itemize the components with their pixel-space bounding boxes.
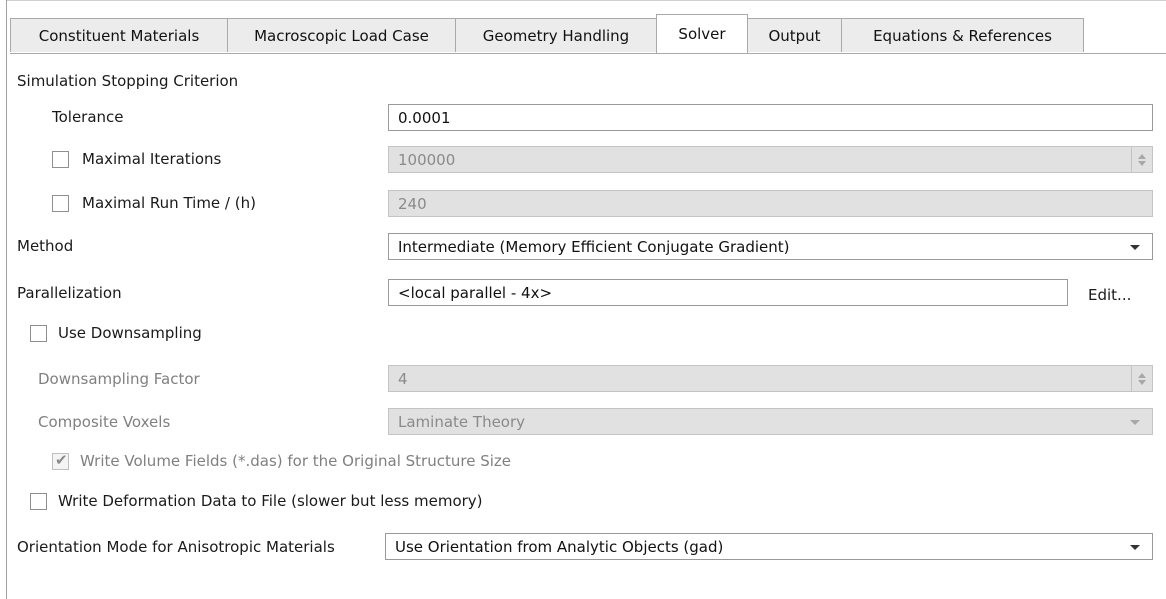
use-downsampling-checkbox[interactable] xyxy=(30,325,47,342)
tab-macroscopic-load-case[interactable]: Macroscopic Load Case xyxy=(227,18,456,52)
parallelization-label: Parallelization xyxy=(17,284,122,302)
max-iterations-checkbox[interactable] xyxy=(52,151,69,168)
max-runtime-label: Maximal Run Time / (h) xyxy=(82,194,256,212)
downsampling-factor-value: 4 xyxy=(398,369,408,388)
write-deformation-checkbox[interactable] xyxy=(30,493,47,510)
downsampling-factor-spinbox[interactable]: 4 xyxy=(388,365,1153,392)
tolerance-value: 0.0001 xyxy=(398,108,451,127)
composite-voxels-select[interactable]: Laminate Theory xyxy=(388,408,1153,435)
tab-label: Solver xyxy=(678,25,726,43)
tab-label: Geometry Handling xyxy=(482,26,630,45)
checkmark-icon: ✔ xyxy=(55,451,68,469)
tab-label: Macroscopic Load Case xyxy=(254,26,429,45)
downsampling-factor-label: Downsampling Factor xyxy=(38,370,200,388)
tab-label: Equations & References xyxy=(873,26,1052,45)
write-volume-fields-checkbox[interactable]: ✔ xyxy=(52,451,69,470)
method-select[interactable]: Intermediate (Memory Efficient Conjugate… xyxy=(388,233,1153,260)
dropdown-arrow-icon xyxy=(1130,420,1140,425)
max-iterations-spinbox[interactable]: 100000 xyxy=(388,146,1153,173)
parallelization-field[interactable]: <local parallel - 4x> xyxy=(388,279,1068,306)
tab-equations-references[interactable]: Equations & References xyxy=(841,18,1084,52)
dropdown-arrow-icon xyxy=(1130,245,1140,250)
tab-label: Constituent Materials xyxy=(38,26,200,45)
tab-constituent-materials[interactable]: Constituent Materials xyxy=(10,18,228,52)
edit-parallelization-button[interactable]: Edit... xyxy=(1088,283,1131,307)
tolerance-label: Tolerance xyxy=(52,108,124,126)
max-runtime-value: 240 xyxy=(398,194,427,213)
tolerance-input[interactable]: 0.0001 xyxy=(388,104,1153,131)
spin-arrows-icon[interactable] xyxy=(1131,366,1152,391)
spin-arrows-icon[interactable] xyxy=(1131,147,1152,172)
method-label: Method xyxy=(17,237,74,255)
use-downsampling-label: Use Downsampling xyxy=(58,324,202,342)
max-iterations-label: Maximal Iterations xyxy=(82,150,222,168)
parallelization-value: <local parallel - 4x> xyxy=(398,283,553,302)
tab-geometry-handling[interactable]: Geometry Handling xyxy=(455,18,657,52)
orientation-mode-select[interactable]: Use Orientation from Analytic Objects (g… xyxy=(385,533,1153,560)
dropdown-arrow-icon xyxy=(1130,545,1140,550)
edit-button-label: Edit... xyxy=(1088,286,1132,304)
stopping-section-label: Simulation Stopping Criterion xyxy=(17,72,239,90)
max-runtime-input[interactable]: 240 xyxy=(388,190,1153,217)
tab-baseline xyxy=(10,53,1166,54)
orientation-mode-value: Use Orientation from Analytic Objects (g… xyxy=(395,537,724,556)
write-deformation-label: Write Deformation Data to File (slower b… xyxy=(58,492,483,510)
tab-label: Output xyxy=(768,26,821,45)
method-value: Intermediate (Memory Efficient Conjugate… xyxy=(398,237,790,256)
max-runtime-checkbox[interactable] xyxy=(52,195,69,212)
tab-solver[interactable]: Solver xyxy=(656,14,748,53)
panel-left-border xyxy=(6,0,7,599)
write-volume-fields-label: Write Volume Fields (*.das) for the Orig… xyxy=(80,452,511,470)
tab-output[interactable]: Output xyxy=(747,18,842,52)
panel-top-border xyxy=(6,0,1166,1)
composite-voxels-value: Laminate Theory xyxy=(398,412,526,431)
composite-voxels-label: Composite Voxels xyxy=(38,413,171,431)
max-iterations-value: 100000 xyxy=(398,150,456,169)
orientation-mode-label: Orientation Mode for Anisotropic Materia… xyxy=(17,538,335,556)
